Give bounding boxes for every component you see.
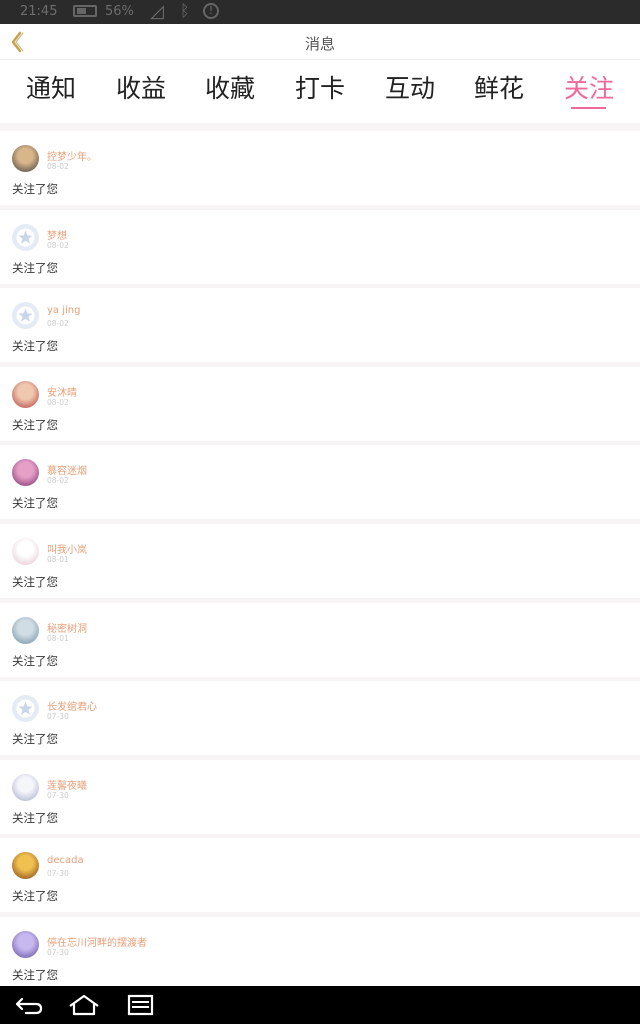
item-message: 关注了您 [12,496,58,511]
item-date: 08-02 [47,240,69,250]
list-item[interactable]: 控梦少年。 08-02 关注了您 [0,131,640,205]
app-header: 消息 [0,24,640,60]
item-date: 08-01 [47,633,69,643]
item-message: 关注了您 [12,732,58,747]
list-item[interactable]: decada 07-30 关注了您 [0,838,640,913]
avatar[interactable] [12,931,39,958]
back-arrow-icon[interactable] [14,994,44,1016]
list-item[interactable]: 安沐晴 08-02 关注了您 [0,366,640,441]
item-date: 08-02 [47,162,69,171]
tab-earnings[interactable]: 收益 [116,69,166,105]
user-name[interactable]: 慕容迷烟 [47,462,87,477]
avatar[interactable] [12,145,39,172]
avatar[interactable] [12,616,39,644]
user-name[interactable]: 控梦少年。 [47,148,97,163]
bluetooth-icon: ᛒ [180,1,190,20]
user-name[interactable]: 长发绾君心 [47,698,97,713]
tab-notifications[interactable]: 通知 [26,69,76,105]
user-name[interactable]: 秘密树洞 [47,620,87,635]
avatar[interactable] [12,302,39,330]
user-name[interactable]: 安沐晴 [47,384,77,399]
avatar[interactable] [12,380,39,408]
tab-follows[interactable]: 关注 [564,69,614,105]
user-name[interactable]: decada [47,855,84,866]
item-message: 关注了您 [12,889,58,904]
avatar[interactable] [12,459,39,487]
avatar[interactable] [12,852,39,880]
tab-flowers[interactable]: 鲜花 [474,69,524,105]
list-item[interactable]: 长发绾君心 07-30 关注了您 [0,681,640,756]
status-bar: 21:45 56% ◿ ᛒ ! [0,0,640,24]
user-name[interactable]: 停在忘川河畔的摆渡者 [47,934,147,949]
battery-percentage: 56% [105,4,134,19]
user-name[interactable]: 梦想 [47,227,67,242]
item-message: 关注了您 [12,182,58,196]
avatar[interactable] [12,695,39,723]
item-date: 07-30 [47,790,69,800]
item-message: 关注了您 [12,260,58,275]
recent-apps-icon[interactable] [127,994,154,1016]
avatar[interactable] [12,773,39,801]
list-item[interactable]: 秘密树洞 08-01 关注了您 [0,602,640,677]
avatar[interactable] [12,223,39,251]
default-avatar-star-icon [16,699,35,718]
item-date: 08-02 [47,319,69,329]
item-date: 08-02 [47,476,69,486]
system-nav-bar [0,986,640,1024]
item-date: 08-01 [47,555,69,564]
item-date: 08-02 [47,397,69,407]
item-message: 关注了您 [12,653,58,668]
battery-icon [73,5,97,17]
item-date: 07-30 [47,869,69,879]
active-tab-indicator [571,107,606,109]
tab-checkin[interactable]: 打卡 [295,69,345,105]
item-message: 关注了您 [12,417,58,432]
item-message: 关注了您 [12,339,58,354]
item-message: 关注了您 [12,968,58,982]
tab-favorites[interactable]: 收藏 [205,69,255,105]
status-time: 21:45 [20,4,58,19]
user-name[interactable]: 叫我小岚 [47,541,87,556]
list-item[interactable]: 慕容迷烟 08-02 关注了您 [0,445,640,520]
item-message: 关注了您 [12,575,58,589]
item-message: 关注了您 [12,810,58,825]
alert-icon: ! [203,3,219,19]
list-item[interactable]: 莲馨夜曦 07-30 关注了您 [0,759,640,834]
user-name[interactable]: 莲馨夜曦 [47,777,87,792]
message-tabs: 通知 收益 收藏 打卡 互动 鲜花 关注 [0,60,640,123]
list-item[interactable]: ya jing 08-02 关注了您 [0,288,640,363]
default-avatar-star-icon [16,306,35,325]
list-item[interactable]: 停在忘川河畔的摆渡者 07-30 关注了您 [0,917,640,991]
tab-interactions[interactable]: 互动 [385,69,435,105]
user-name[interactable]: ya jing [47,305,80,316]
list-item[interactable]: 梦想 08-02 关注了您 [0,209,640,284]
home-icon[interactable] [67,994,101,1016]
item-date: 07-30 [47,948,69,957]
list-item[interactable]: 叫我小岚 08-01 关注了您 [0,524,640,598]
item-date: 07-30 [47,712,69,722]
wifi-icon: ◿ [150,1,164,22]
default-avatar-star-icon [16,228,35,247]
avatar[interactable] [12,538,39,565]
page-title: 消息 [304,35,335,53]
